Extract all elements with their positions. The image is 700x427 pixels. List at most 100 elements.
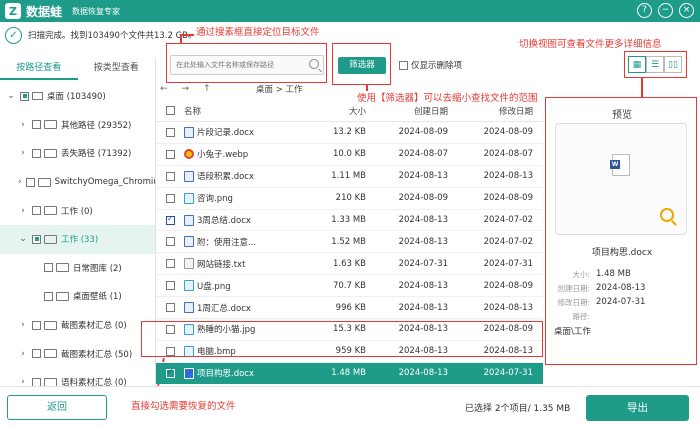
sidebar-tree-item[interactable]: › 其他路径 (29352) — [0, 111, 155, 140]
sidebar-tree-item[interactable]: 日常图库 (2) — [0, 254, 155, 283]
column-header-size[interactable]: 大小 — [282, 105, 374, 117]
table-row[interactable]: 1周汇总.docx 996 KB 2024-08-13 2024-08-13 — [156, 297, 543, 320]
row-checkbox[interactable] — [166, 367, 175, 378]
row-checkbox[interactable] — [166, 237, 175, 247]
sidebar-tree-item[interactable]: 桌面壁纸 (1) — [0, 282, 155, 311]
file-created-date: 2024-08-13 — [398, 280, 448, 291]
chevron-down-icon[interactable]: ⌄ — [6, 91, 16, 101]
tree-item-checkbox[interactable] — [32, 120, 41, 130]
sidebar-tree-item[interactable]: › 语料素材汇总 (0) — [0, 368, 155, 397]
tree-item-checkbox[interactable] — [32, 320, 41, 330]
table-row[interactable]: 片段记录.docx 13.2 KB 2024-08-09 2024-08-09 — [156, 122, 543, 144]
file-size: 10.0 KB — [332, 149, 366, 160]
tree-item-checkbox[interactable] — [32, 148, 41, 158]
up-icon[interactable]: ↑ — [203, 84, 211, 94]
select-all-checkbox[interactable] — [166, 106, 175, 115]
annotation-box-selected-row — [141, 321, 543, 357]
sidebar-tree-item[interactable]: › 截图素材汇总 (0) — [0, 311, 155, 340]
row-checkbox[interactable] — [166, 214, 175, 225]
chevron-down-icon[interactable]: ⌄ — [18, 234, 28, 244]
tab-by-path[interactable]: 按路径查看 — [0, 58, 78, 80]
grid-view-icon[interactable]: ▦ — [628, 56, 646, 73]
row-checkbox[interactable] — [166, 303, 175, 313]
meta-row: 大小: 1.48 MB — [554, 267, 694, 281]
select-all-cell — [156, 106, 184, 115]
forward-icon[interactable]: → — [182, 84, 190, 94]
chevron-right-icon[interactable]: › — [18, 177, 22, 187]
folder-icon — [56, 263, 69, 273]
file-created-date: 2024-08-07 — [398, 149, 448, 160]
file-created-date: 2024-08-13 — [398, 215, 448, 225]
file-name: 片段记录.docx — [197, 128, 255, 139]
export-button[interactable]: 导出 — [586, 395, 689, 421]
row-checkbox-cell — [156, 214, 184, 225]
filter-button[interactable]: 筛选器 — [338, 57, 386, 74]
back-button[interactable]: 返回 — [7, 395, 107, 420]
tree-item-label: SwitchyOmega_Chromium — [54, 177, 155, 188]
file-size: 1.33 MB — [331, 215, 366, 225]
list-view-icon[interactable]: ☰ — [646, 56, 664, 73]
file-name: 3周总结.docx — [197, 216, 251, 226]
table-row[interactable]: 语段积累.docx 1.11 MB 2024-08-13 2024-08-13 — [156, 166, 543, 188]
row-checkbox[interactable] — [166, 171, 175, 181]
chevron-right-icon[interactable]: › — [18, 320, 28, 330]
folder-icon — [44, 148, 57, 158]
sidebar-tree-item[interactable]: ⌄ 工作 (33) — [0, 224, 155, 254]
close-icon[interactable]: × — [679, 3, 694, 18]
row-checkbox[interactable] — [166, 259, 175, 269]
table-row[interactable]: 咨询.png 210 KB 2024-08-09 2024-08-09 — [156, 188, 543, 210]
chevron-right-icon[interactable]: › — [18, 120, 28, 130]
minimize-icon[interactable]: − — [658, 3, 673, 18]
table-row[interactable]: 小兔子.webp 10.0 KB 2024-08-07 2024-08-07 — [156, 144, 543, 166]
sidebar-tree-item[interactable]: › SwitchyOmega_Chromium — [0, 168, 155, 197]
chevron-right-icon[interactable]: › — [18, 148, 28, 158]
chevron-right-icon[interactable]: › — [18, 349, 28, 359]
sidebar-tree-item[interactable]: › 截图素材汇总 (50) — [0, 339, 155, 368]
file-size: 70.7 KB — [332, 280, 366, 291]
tree-item-checkbox[interactable] — [20, 91, 29, 101]
back-icon[interactable]: ← — [160, 84, 168, 94]
tree-item-checkbox[interactable] — [32, 234, 41, 244]
tree-item-checkbox[interactable] — [32, 349, 41, 359]
tree-item-checkbox[interactable] — [44, 263, 53, 273]
row-checkbox[interactable] — [166, 149, 175, 159]
tree-item-checkbox[interactable] — [32, 206, 41, 216]
tab-by-type[interactable]: 按类型查看 — [78, 58, 156, 80]
search-icon[interactable] — [309, 59, 319, 69]
help-icon[interactable]: ? — [637, 3, 652, 18]
annotation-arrow — [180, 34, 182, 44]
chevron-right-icon[interactable]: › — [18, 206, 28, 216]
meta-label: 大小: — [572, 269, 590, 279]
file-created-date: 2024-08-13 — [398, 302, 448, 313]
app-logo-icon: Z — [5, 3, 21, 19]
table-row[interactable]: 附：使用注意... 1.52 MB 2024-08-13 2024-07-02 — [156, 231, 543, 254]
sidebar-tree-item[interactable]: › 丢失路径 (71392) — [0, 139, 155, 168]
detail-view-icon[interactable]: ▯▯ — [664, 56, 682, 73]
word-document-icon — [610, 154, 630, 176]
file-modified-date: 2024-07-31 — [483, 258, 533, 269]
meta-value: 2024-07-31 — [596, 297, 646, 307]
table-row[interactable]: 3周总结.docx 1.33 MB 2024-08-13 2024-07-02 — [156, 210, 543, 232]
table-row[interactable]: 网站链接.txt 1.63 KB 2024-07-31 2024-07-31 — [156, 253, 543, 276]
row-checkbox[interactable] — [166, 127, 175, 137]
tree-item-label: 桌面 (103490) — [47, 92, 106, 103]
sidebar-tree-item[interactable]: ⌄ 桌面 (103490) — [0, 82, 155, 111]
row-checkbox[interactable] — [166, 281, 175, 291]
folder-tree: ⌄ 桌面 (103490) › 其他路径 (29352) › 丢失路径 (71392) › S… — [0, 82, 155, 397]
row-checkbox[interactable] — [166, 193, 175, 203]
zoom-icon[interactable] — [660, 208, 674, 222]
sidebar-tree-item[interactable]: › 工作 (0) — [0, 196, 155, 225]
folder-icon — [56, 291, 69, 301]
search-input[interactable] — [171, 56, 306, 74]
only-deleted-toggle[interactable]: 仅显示删除项 — [399, 59, 462, 71]
table-row[interactable]: U盘.png 70.7 KB 2024-08-13 2024-08-09 — [156, 275, 543, 298]
column-header-modified[interactable]: 修改日期 — [456, 105, 543, 117]
column-header-created[interactable]: 创建日期 — [374, 105, 456, 117]
meta-label: 修改日期: — [557, 297, 590, 307]
file-name: 小兔子.webp — [197, 150, 249, 161]
tree-item-checkbox[interactable] — [44, 291, 53, 301]
tree-item-checkbox[interactable] — [25, 177, 35, 187]
only-deleted-checkbox[interactable] — [399, 60, 408, 70]
table-row[interactable]: 项目构思.docx 1.48 MB 2024-08-13 2024-07-31 — [156, 362, 543, 384]
column-header-name[interactable]: 名称 — [184, 105, 282, 117]
